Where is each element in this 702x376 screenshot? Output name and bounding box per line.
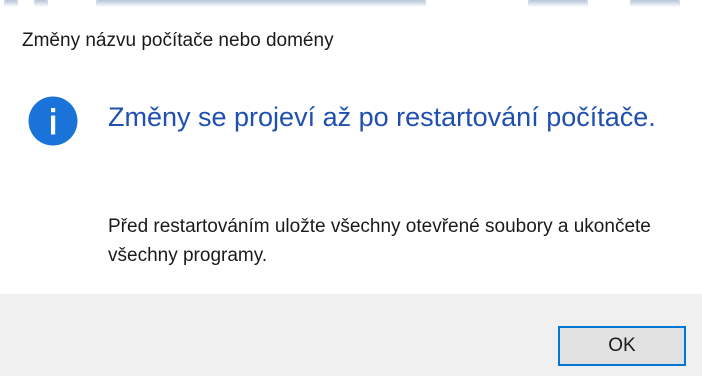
ok-button[interactable]: OK — [558, 326, 686, 366]
background-blur — [4, 0, 18, 7]
background-blur — [528, 0, 588, 7]
message-dialog: Změny názvu počítače nebo domény Změny s… — [0, 12, 702, 376]
information-icon — [28, 96, 78, 146]
dialog-title-bar[interactable]: Změny názvu počítače nebo domény — [0, 12, 702, 66]
background-blur — [96, 0, 426, 7]
dialog-title: Změny názvu počítače nebo domény — [22, 30, 334, 51]
background-blur — [34, 0, 48, 7]
dialog-footer: OK — [0, 294, 702, 376]
ok-button-label: OK — [608, 335, 636, 356]
content-text: Před restartováním uložte všechny otevře… — [108, 216, 651, 266]
background-blur — [630, 0, 680, 7]
main-instruction: Změny se projeví až po restartování počí… — [108, 102, 656, 132]
